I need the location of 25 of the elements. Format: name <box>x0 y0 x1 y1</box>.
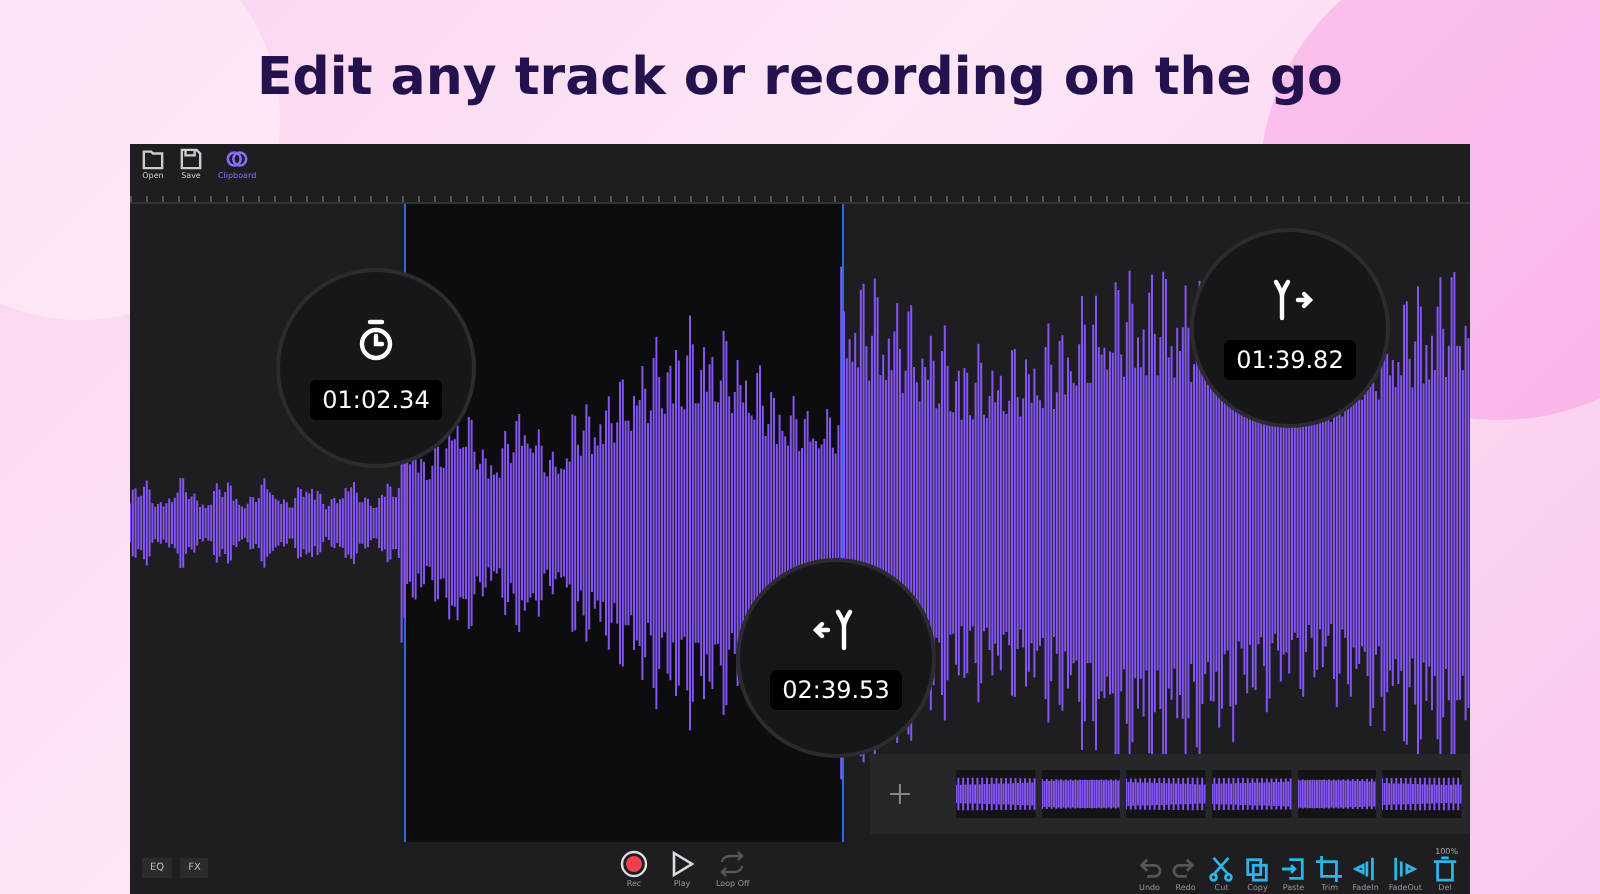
fadeout-icon <box>1392 855 1419 881</box>
clip-thumbnail[interactable] <box>1382 770 1463 818</box>
play-icon <box>668 849 696 877</box>
paste-icon <box>1280 855 1307 881</box>
fadein-icon <box>1352 855 1379 881</box>
clip-thumbnail[interactable] <box>1041 770 1121 818</box>
clip-thumbnail[interactable] <box>955 770 1036 818</box>
time-label: 01:02.34 <box>310 380 442 420</box>
loop-icon <box>718 849 747 877</box>
folder-icon <box>142 148 164 170</box>
clip-thumbnail[interactable] <box>1211 770 1292 818</box>
page-heading: Edit any track or recording on the go <box>257 48 1343 108</box>
time-label: 02:39.53 <box>770 670 902 710</box>
undo-icon <box>1136 855 1163 881</box>
trim-icon <box>1316 855 1343 881</box>
time-label: 01:39.82 <box>1224 340 1356 380</box>
add-icon[interactable] <box>890 784 910 804</box>
record-icon <box>620 849 648 877</box>
clip-thumbnail[interactable] <box>1126 770 1206 818</box>
clip-thumbnail[interactable] <box>1297 770 1377 818</box>
rings-icon <box>226 148 249 170</box>
redo-icon <box>1172 855 1199 881</box>
cut-icon <box>1208 855 1235 881</box>
copy-icon <box>1244 855 1271 881</box>
del-icon <box>1432 855 1458 881</box>
